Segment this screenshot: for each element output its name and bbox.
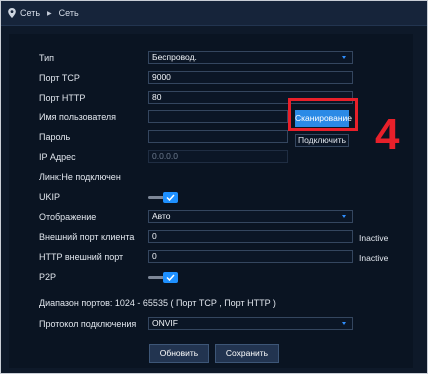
link-status: Линк:Не подключен bbox=[39, 172, 121, 182]
client-external-port-status: Inactive bbox=[359, 233, 389, 243]
username-label: Имя пользователя bbox=[39, 112, 117, 122]
breadcrumb-item-network[interactable]: Сеть bbox=[20, 8, 40, 18]
http-external-port-input[interactable]: 0 bbox=[148, 250, 353, 263]
tcp-port-input[interactable]: 9000 bbox=[148, 71, 353, 84]
display-select-value: Авто bbox=[152, 211, 171, 221]
chevron-down-icon bbox=[342, 56, 346, 59]
breadcrumb: Сеть ▶ Сеть bbox=[1, 1, 427, 26]
client-external-port-label: Внешний порт клиента bbox=[39, 232, 135, 242]
checkmark-icon bbox=[163, 192, 178, 203]
ip-address-field: 0.0.0.0 bbox=[148, 150, 288, 163]
client-external-port-input[interactable]: 0 bbox=[148, 230, 353, 243]
refresh-button[interactable]: Обновить bbox=[149, 344, 209, 363]
checkmark-icon bbox=[163, 272, 178, 283]
ip-address-label: IP Адрес bbox=[39, 152, 76, 162]
display-select[interactable]: Авто bbox=[148, 210, 353, 223]
p2p-label: P2P bbox=[39, 272, 57, 282]
username-input[interactable] bbox=[148, 110, 288, 123]
type-select-value: Беспровод. bbox=[152, 52, 197, 62]
ukip-label: UKIP bbox=[39, 192, 61, 202]
type-label: Тип bbox=[39, 53, 55, 63]
http-port-label: Порт HTTP bbox=[39, 93, 86, 103]
annotation-step-number: 4 bbox=[375, 110, 400, 159]
tcp-port-label: Порт TCP bbox=[39, 73, 80, 83]
chevron-down-icon bbox=[342, 322, 346, 325]
save-button[interactable]: Сохранить bbox=[215, 344, 279, 363]
chevron-right-icon: ▶ bbox=[47, 10, 52, 17]
location-pin-icon bbox=[7, 8, 16, 19]
protocol-select[interactable]: ONVIF bbox=[148, 317, 353, 330]
app-window: Сеть ▶ Сеть Тип Беспровод. Порт TCP 9000… bbox=[0, 0, 428, 374]
protocol-select-value: ONVIF bbox=[152, 318, 178, 328]
http-external-port-status: Inactive bbox=[359, 253, 389, 263]
port-range-note: Диапазон портов: 1024 - 65535 ( Порт TCP… bbox=[39, 298, 276, 308]
password-input[interactable] bbox=[148, 130, 288, 143]
breadcrumb-item-network-settings[interactable]: Сеть bbox=[59, 8, 79, 18]
connect-button[interactable]: Подключить bbox=[295, 134, 349, 147]
display-label: Отображение bbox=[39, 212, 97, 222]
chevron-down-icon bbox=[342, 215, 346, 218]
protocol-label: Протокол подключения bbox=[39, 319, 137, 329]
annotation-highlight-box bbox=[288, 98, 358, 131]
http-external-port-label: HTTP внешний порт bbox=[39, 252, 124, 262]
password-label: Пароль bbox=[39, 132, 71, 142]
type-select[interactable]: Беспровод. bbox=[148, 51, 353, 64]
p2p-toggle[interactable] bbox=[148, 272, 178, 283]
ukip-toggle[interactable] bbox=[148, 192, 178, 203]
